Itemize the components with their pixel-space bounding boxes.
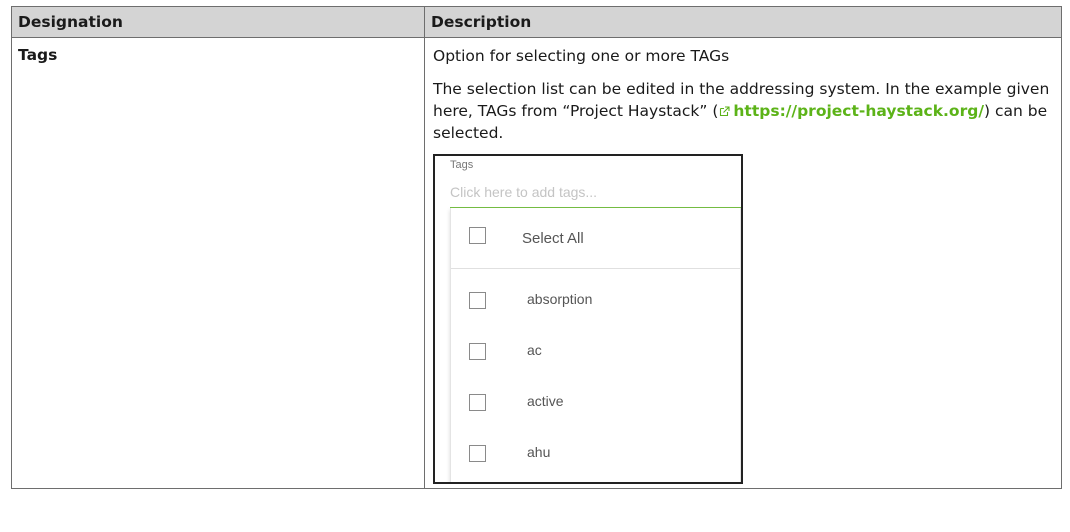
option-checkbox[interactable] (469, 292, 486, 309)
header-row: Designation Description (11, 6, 1062, 38)
option-checkbox[interactable] (469, 394, 486, 411)
description-paragraph: The selection list can be edited in the … (433, 78, 1055, 144)
option-checkbox[interactable] (469, 343, 486, 360)
header-description: Description (424, 6, 1062, 38)
list-item[interactable]: absorption (451, 269, 740, 320)
external-link-icon (720, 106, 730, 117)
list-item[interactable]: ac (451, 320, 740, 371)
table-row: Tags Option for selecting one or more TA… (11, 37, 1062, 489)
tags-input[interactable]: Click here to add tags... (450, 181, 741, 208)
option-label: ac (527, 342, 542, 358)
list-item[interactable]: ahu (451, 422, 740, 473)
option-label: active (527, 393, 564, 409)
list-item[interactable]: active (451, 371, 740, 422)
description-cell: Option for selecting one or more TAGs Th… (424, 37, 1062, 489)
designation-table: Designation Description Tags Option for … (11, 6, 1062, 489)
option-checkbox[interactable] (469, 445, 486, 462)
description-line: Option for selecting one or more TAGs (433, 47, 730, 65)
haystack-link[interactable]: https://project-haystack.org/ (733, 102, 984, 120)
option-label: ahu (527, 444, 551, 460)
option-label: absorption (527, 291, 593, 307)
select-all-row[interactable]: Select All (451, 208, 740, 269)
tags-selector-screenshot: Tags Click here to add tags... Select Al… (433, 154, 743, 484)
select-all-label: Select All (522, 230, 584, 247)
tags-field-label: Tags (450, 159, 474, 171)
tags-dropdown: Select All absorption ac active ahu (450, 208, 741, 482)
designation-cell: Tags (11, 37, 425, 489)
select-all-checkbox[interactable] (469, 227, 486, 244)
header-designation: Designation (11, 6, 425, 38)
